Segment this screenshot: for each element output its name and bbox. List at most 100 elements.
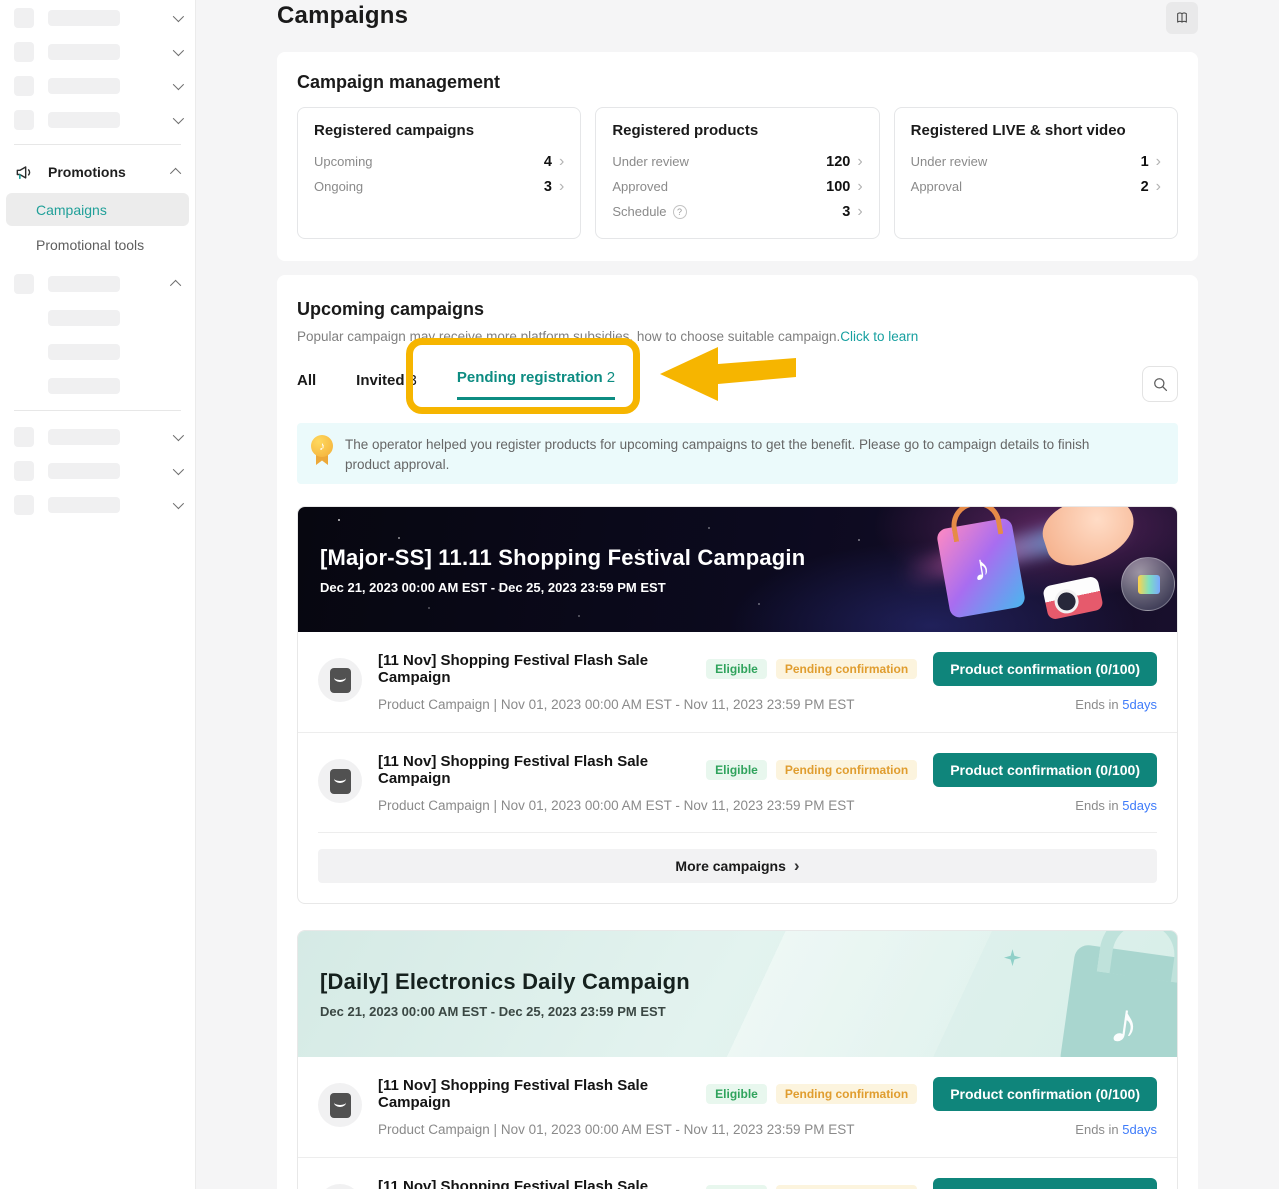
tab-pending-registration[interactable]: Pending registration 2 [456, 369, 616, 400]
product-confirmation-button[interactable]: Product confirmation (0/100) [933, 752, 1157, 787]
campaign-banner[interactable]: [Major-SS] 11.11 Shopping Festival Campa… [298, 507, 1177, 633]
placeholder-label [48, 378, 120, 394]
campaign-avatar [318, 1083, 362, 1128]
sidebar-item-placeholder[interactable] [14, 110, 185, 130]
pending-confirmation-badge: Pending confirmation [775, 659, 918, 680]
upcoming-campaigns-card: Upcoming campaigns Popular campaign may … [277, 275, 1198, 1189]
sparkle-icon [1004, 949, 1021, 967]
campaign-row: [11 Nov] Shopping Festival Flash Sale Ca… [298, 632, 1177, 732]
sidebar-subitem-placeholder[interactable] [48, 376, 181, 396]
placeholder-icon [14, 495, 34, 515]
eligible-badge: Eligible [706, 1084, 767, 1105]
guide-book-button[interactable] [1166, 2, 1198, 34]
chevron-down-icon [172, 497, 185, 510]
sidebar-item-placeholder[interactable] [14, 8, 185, 28]
campaign-banner[interactable]: [Daily] Electronics Daily Campaign Dec 2… [298, 931, 1177, 1058]
chevron-right-icon [857, 154, 862, 170]
campaign-row: [11 Nov] Shopping Festival Flash Sale Ca… [298, 1057, 1177, 1157]
stat-row-schedule[interactable]: Schedule 3 [612, 199, 862, 224]
chevron-right-icon [1156, 179, 1161, 195]
registered-products-card: Registered products Under review 120 App… [595, 107, 880, 239]
medal-icon [311, 435, 333, 467]
stat-row-ongoing[interactable]: Ongoing 3 [314, 174, 564, 199]
placeholder-label [48, 276, 120, 292]
placeholder-icon [14, 8, 34, 28]
campaign-title: [11 Nov] Shopping Festival Flash Sale Ca… [378, 1077, 649, 1112]
operator-notice-banner: The operator helped you register product… [297, 423, 1178, 485]
campaign-group-daily: [Daily] Electronics Daily Campaign Dec 2… [297, 930, 1178, 1189]
campaign-management-title: Campaign management [297, 72, 501, 92]
stat-card-title: Registered products [612, 122, 759, 139]
more-campaigns-button[interactable]: More campaigns [318, 849, 1157, 884]
sidebar: Promotions Campaigns Promotional tools [0, 0, 196, 1189]
product-confirmation-button[interactable]: Product confirmation (0/100) [933, 652, 1157, 687]
banner-dates: Dec 21, 2023 00:00 AM EST - Dec 25, 2023… [320, 579, 666, 595]
registered-live-video-card: Registered LIVE & short video Under revi… [893, 107, 1178, 239]
placeholder-label [48, 310, 120, 326]
product-confirmation-button[interactable]: Product confirmation (0/100) [933, 1177, 1157, 1189]
placeholder-label [48, 44, 120, 60]
campaign-avatar [318, 1184, 362, 1189]
stat-row-approval[interactable]: Approval 2 [911, 174, 1161, 199]
sidebar-item-placeholder[interactable] [14, 274, 182, 294]
campaign-meta: Product Campaign | Nov 01, 2023 00:00 AM… [378, 797, 855, 813]
tab-invited[interactable]: Invited 3 [356, 372, 417, 400]
page-header: Campaigns [277, 2, 1198, 34]
chevron-down-icon [172, 429, 185, 442]
shopping-bag-icon [329, 667, 351, 693]
promotions-label: Promotions [48, 164, 126, 180]
sidebar-item-campaigns[interactable]: Campaigns [6, 193, 189, 226]
placeholder-icon [14, 274, 34, 294]
promotional-tools-label: Promotional tools [36, 237, 145, 253]
product-confirmation-button[interactable]: Product confirmation (0/100) [933, 1077, 1157, 1112]
shopping-bag-icon [329, 768, 351, 794]
sidebar-item-placeholder[interactable] [14, 42, 185, 62]
sidebar-subitem-placeholder[interactable] [48, 308, 181, 328]
placeholder-label [48, 463, 120, 479]
sidebar-item-promotions[interactable]: Promotions [14, 161, 182, 183]
chevron-right-icon [559, 154, 564, 170]
tab-all[interactable]: All [297, 372, 316, 400]
placeholder-label [48, 78, 120, 94]
sidebar-subitem-placeholder[interactable] [48, 342, 181, 362]
campaigns-label: Campaigns [36, 201, 107, 218]
placeholder-icon [14, 427, 34, 447]
sidebar-item-placeholder[interactable] [14, 461, 185, 481]
sidebar-item-promotional-tools[interactable]: Promotional tools [0, 230, 195, 260]
megaphone-icon [16, 166, 31, 180]
sidebar-item-placeholder[interactable] [14, 495, 185, 515]
eligible-badge: Eligible [706, 659, 767, 680]
sidebar-item-placeholder[interactable] [14, 76, 185, 96]
registered-campaigns-card: Registered campaigns Upcoming 4 Ongoing … [297, 107, 582, 239]
sidebar-divider [14, 144, 181, 145]
placeholder-label [48, 497, 120, 513]
stat-row-upcoming[interactable]: Upcoming 4 [314, 149, 564, 174]
stat-row-approved[interactable]: Approved 100 [612, 174, 862, 199]
sidebar-divider [14, 410, 181, 411]
pending-confirmation-badge: Pending confirmation [775, 1184, 918, 1189]
search-button[interactable] [1142, 366, 1178, 402]
chevron-right-icon [794, 856, 800, 876]
placeholder-icon [14, 76, 34, 96]
stat-row-under-review[interactable]: Under review 120 [612, 149, 862, 174]
campaign-meta: Product Campaign | Nov 01, 2023 00:00 AM… [378, 697, 855, 713]
stat-row-under-review[interactable]: Under review 1 [911, 149, 1161, 174]
banner-title: [Daily] Electronics Daily Campaign [320, 969, 690, 995]
shopping-bag-illustration [1058, 943, 1177, 1058]
chevron-down-icon [172, 112, 185, 125]
sidebar-item-placeholder[interactable] [14, 427, 185, 447]
campaign-management-card: Campaign management Registered campaigns… [277, 52, 1198, 261]
click-to-learn-link[interactable]: Click to learn [840, 329, 918, 344]
banner-dates: Dec 21, 2023 00:00 AM EST - Dec 25, 2023… [320, 1004, 666, 1020]
stat-card-title: Registered LIVE & short video [910, 122, 1126, 139]
banner-title: [Major-SS] 11.11 Shopping Festival Campa… [320, 544, 806, 570]
campaign-title: [11 Nov] Shopping Festival Flash Sale Ca… [378, 1177, 649, 1189]
placeholder-label [48, 344, 120, 360]
campaign-meta: Product Campaign | Nov 01, 2023 00:00 AM… [378, 1122, 855, 1138]
placeholder-label [48, 10, 120, 26]
help-icon[interactable] [672, 204, 687, 219]
tabs-row: All Invited 3 Pending registration 2 [297, 366, 1178, 402]
ends-value: 5days [1122, 697, 1157, 713]
chevron-right-icon [1156, 154, 1161, 170]
campaign-title: [11 Nov] Shopping Festival Flash Sale Ca… [378, 652, 649, 687]
